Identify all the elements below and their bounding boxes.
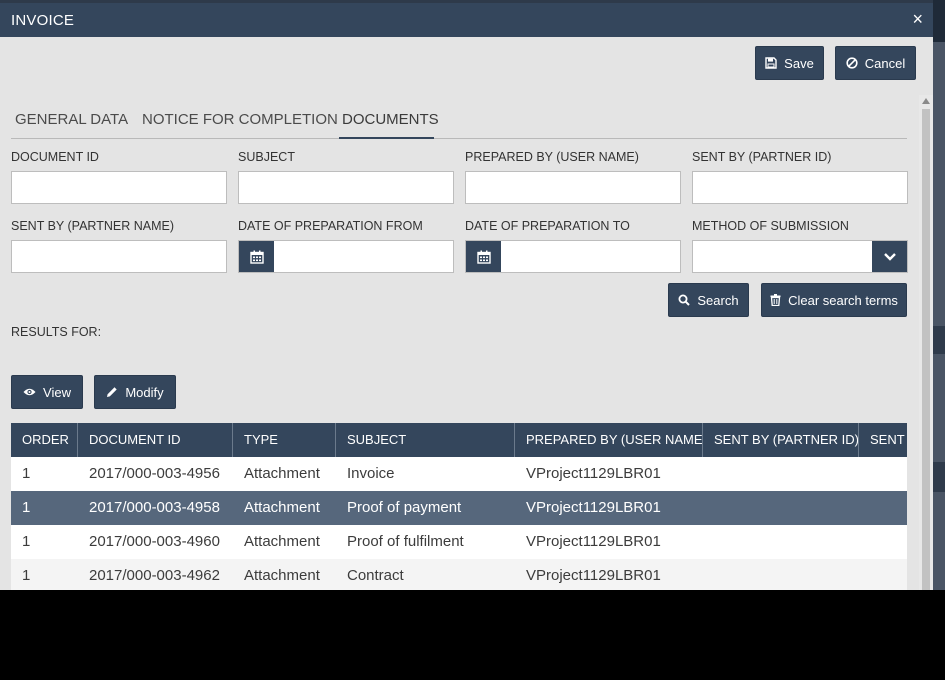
trash-icon — [770, 294, 781, 306]
calendar-icon — [249, 250, 264, 264]
tab-bar: GENERAL DATA NOTICE FOR COMPLETION DOCUM… — [11, 107, 907, 139]
cell-type: Attachment — [244, 533, 320, 550]
eye-icon — [23, 388, 36, 396]
subject-label: SUBJECT — [238, 150, 295, 164]
cell-type: Attachment — [244, 567, 320, 584]
cell-order: 1 — [22, 567, 31, 584]
background-block — [933, 326, 945, 354]
subject-input[interactable] — [238, 171, 454, 204]
results-for-label: RESULTS FOR: — [11, 325, 102, 339]
tab-documents-label: DOCUMENTS — [342, 111, 439, 128]
prepared-by-label: PREPARED BY (USER NAME) — [465, 150, 639, 164]
cell-order: 1 — [22, 465, 31, 482]
pencil-icon — [107, 387, 118, 397]
background-block — [933, 0, 945, 42]
search-label: Search — [697, 292, 739, 308]
clear-search-button[interactable]: Clear search terms — [761, 283, 907, 317]
cell-subject: Invoice — [347, 465, 395, 482]
cell-prepared-by: VProject1129LBR01 — [526, 499, 661, 516]
date-from-label: DATE OF PREPARATION FROM — [238, 219, 423, 233]
cell-document-id: 2017/000-003-4956 — [89, 465, 220, 482]
search-icon — [678, 294, 691, 306]
close-icon[interactable]: × — [912, 9, 923, 29]
dropdown-toggle[interactable] — [872, 241, 907, 272]
cell-subject: Proof of payment — [347, 499, 462, 516]
cell-document-id: 2017/000-003-4962 — [89, 567, 220, 584]
cell-document-id: 2017/000-003-4960 — [89, 533, 220, 550]
prepared-by-input[interactable] — [465, 171, 681, 204]
document-id-input[interactable] — [11, 171, 227, 204]
column-header-type[interactable]: TYPE — [233, 423, 336, 457]
tab-documents[interactable]: DOCUMENTS — [339, 107, 439, 139]
document-id-label: DOCUMENT ID — [11, 150, 99, 164]
scrollbar-thumb[interactable] — [922, 109, 930, 590]
sent-by-id-label: SENT BY (PARTNER ID) — [692, 150, 832, 164]
modify-button[interactable]: Modify — [94, 375, 176, 409]
sent-by-name-input[interactable] — [11, 240, 227, 273]
date-to-label: DATE OF PREPARATION TO — [465, 219, 630, 233]
dialog-title: INVOICE — [11, 12, 75, 29]
table-row[interactable]: 1 2017/000-003-4962 Attachment Contract … — [11, 559, 907, 590]
documents-table: ORDER DOCUMENT ID TYPE SUBJECT PREPARED … — [11, 423, 907, 590]
chevron-down-icon — [883, 252, 896, 261]
table-row[interactable]: 1 2017/000-003-4956 Attachment Invoice V… — [11, 457, 907, 491]
cell-subject: Proof of fulfilment — [347, 533, 464, 550]
column-header-order[interactable]: ORDER — [11, 423, 78, 457]
cancel-button[interactable]: Cancel — [835, 46, 916, 80]
cell-order: 1 — [22, 533, 31, 550]
save-button[interactable]: Save — [755, 46, 824, 80]
date-from-input[interactable] — [238, 240, 454, 273]
cell-subject: Contract — [347, 567, 404, 584]
table-row[interactable]: 1 2017/000-003-4960 Attachment Proof of … — [11, 525, 907, 559]
calendar-button[interactable] — [466, 241, 501, 272]
column-header-subject[interactable]: SUBJECT — [336, 423, 515, 457]
ban-icon — [846, 57, 858, 69]
scroll-up-arrow[interactable] — [922, 98, 930, 104]
floppy-disk-icon — [765, 57, 777, 69]
sent-by-id-input[interactable] — [692, 171, 908, 204]
cell-document-id: 2017/000-003-4958 — [89, 499, 220, 516]
cell-order: 1 — [22, 499, 31, 516]
cell-prepared-by: VProject1129LBR01 — [526, 533, 661, 550]
tab-notice-for-completion[interactable]: NOTICE FOR COMPLETION — [142, 111, 338, 141]
save-label: Save — [784, 55, 814, 71]
search-button[interactable]: Search — [668, 283, 749, 317]
table-header: ORDER DOCUMENT ID TYPE SUBJECT PREPARED … — [11, 423, 907, 457]
date-to-input[interactable] — [465, 240, 681, 273]
background-app-edge — [933, 0, 945, 590]
column-header-sent-by-name[interactable]: SENT BY (PARTNER NAME) — [859, 423, 907, 457]
cell-prepared-by: VProject1129LBR01 — [526, 567, 661, 584]
cancel-label: Cancel — [864, 55, 906, 71]
vertical-scrollbar[interactable] — [919, 95, 933, 590]
column-header-document-id[interactable]: DOCUMENT ID — [78, 423, 233, 457]
cell-type: Attachment — [244, 499, 320, 516]
calendar-icon — [476, 250, 491, 264]
calendar-button[interactable] — [239, 241, 274, 272]
dialog-titlebar: INVOICE × — [0, 3, 933, 37]
sent-by-name-label: SENT BY (PARTNER NAME) — [11, 219, 174, 233]
clear-search-label: Clear search terms — [788, 292, 898, 308]
column-header-sent-by-id[interactable]: SENT BY (PARTNER ID) — [703, 423, 859, 457]
view-button[interactable]: View — [11, 375, 83, 409]
background-block — [933, 462, 945, 492]
table-row-selected[interactable]: 1 2017/000-003-4958 Attachment Proof of … — [11, 491, 907, 525]
cell-prepared-by: VProject1129LBR01 — [526, 465, 661, 482]
invoice-dialog: INVOICE × Save Cancel GENERAL DATA NOTIC… — [0, 3, 933, 590]
cell-type: Attachment — [244, 465, 320, 482]
view-label: View — [43, 384, 71, 400]
modify-label: Modify — [125, 384, 164, 400]
tab-general-data[interactable]: GENERAL DATA — [15, 111, 128, 141]
method-select[interactable] — [692, 240, 908, 273]
method-label: METHOD OF SUBMISSION — [692, 219, 849, 233]
column-header-prepared-by[interactable]: PREPARED BY (USER NAME) — [515, 423, 703, 457]
